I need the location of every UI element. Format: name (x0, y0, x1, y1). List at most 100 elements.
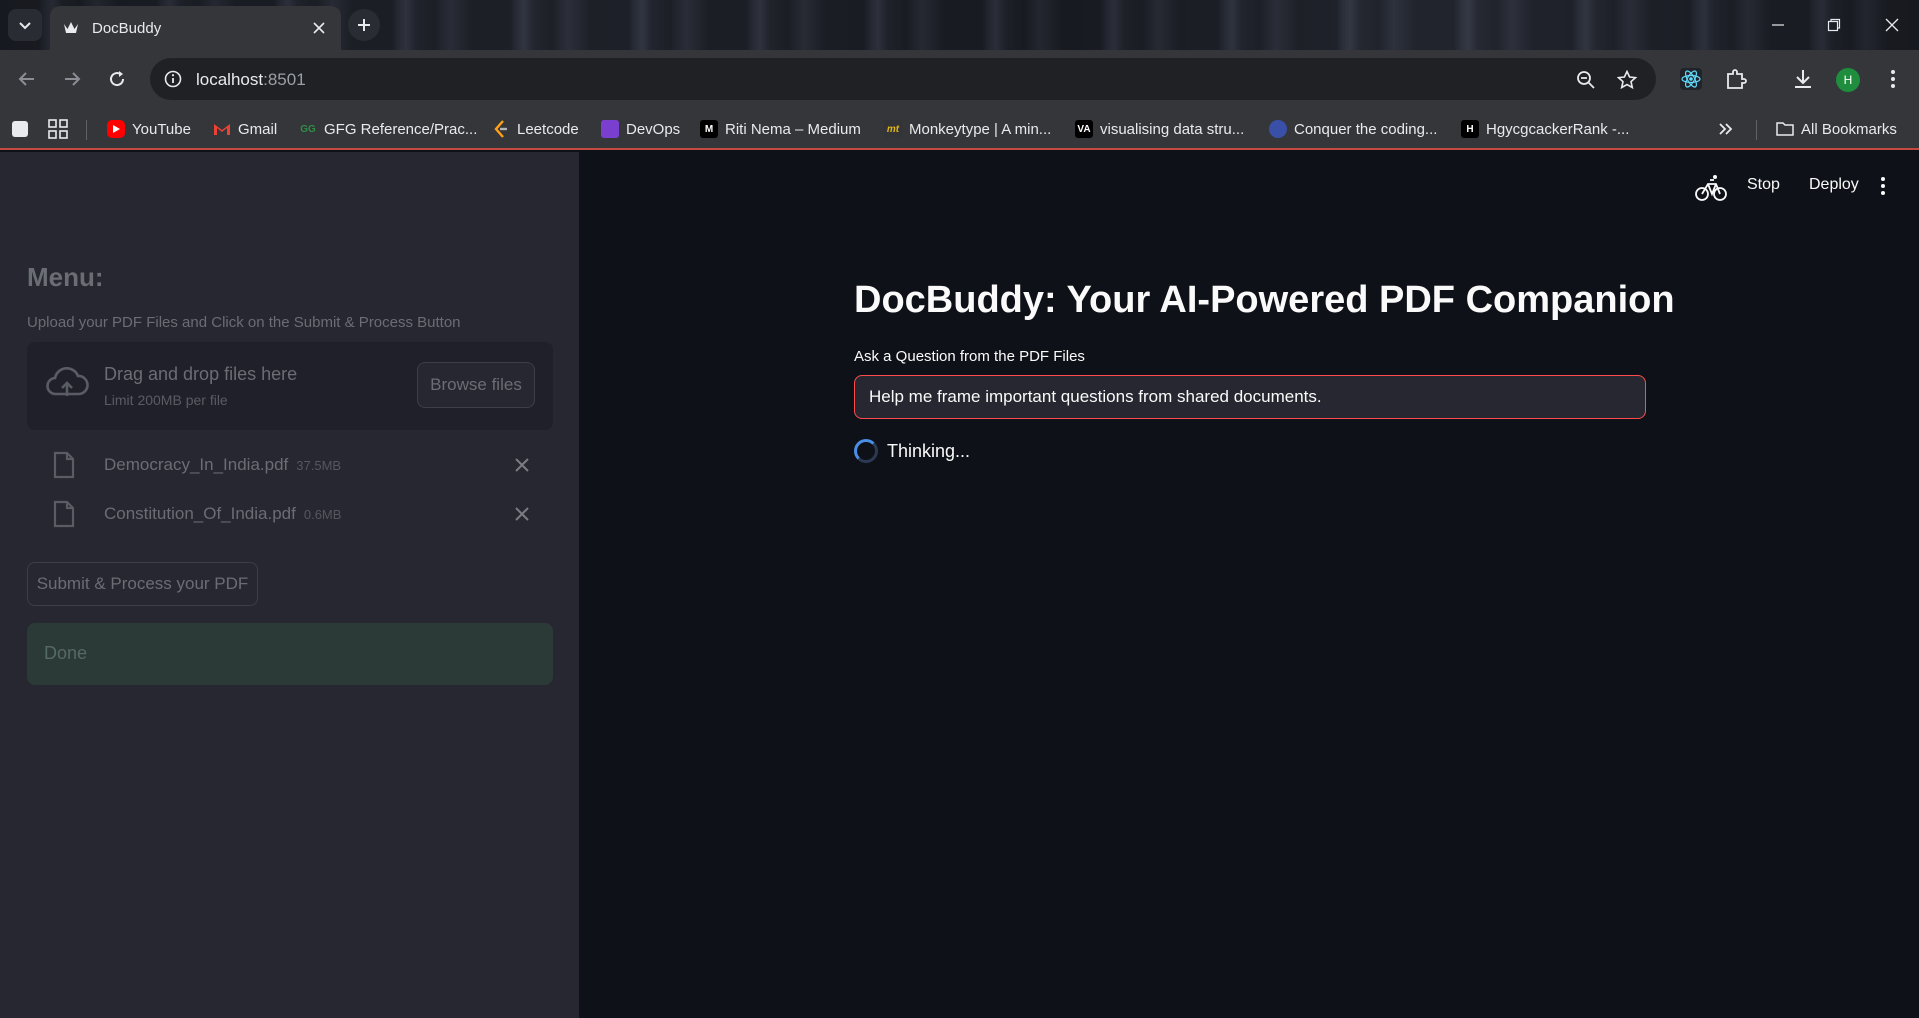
gmail-icon (213, 120, 231, 138)
zoom-icon[interactable] (1574, 68, 1598, 92)
streamlit-crown-icon (62, 19, 80, 37)
minimize-icon (1772, 24, 1784, 26)
dropzone-limit: Limit 200MB per file (104, 392, 228, 408)
kebab-menu-icon (1891, 70, 1895, 88)
file-name: Constitution_Of_India.pdf 0.6MB (104, 504, 341, 524)
browser-toolbar: localhost:8501 H (0, 50, 1919, 108)
bookmark-label: HgycgcackerRank -... (1486, 120, 1630, 138)
react-devtools-icon[interactable] (1676, 64, 1706, 94)
youtube-icon (107, 120, 125, 138)
file-name: Democracy_In_India.pdf 37.5MB (104, 455, 341, 475)
gfg-icon: GG (300, 123, 316, 135)
bookmark-label: Leetcode (517, 120, 579, 138)
close-tab-icon[interactable] (309, 18, 329, 38)
more-bookmarks-button[interactable] (1718, 117, 1734, 141)
browser-window: DocBuddy localhost:8501 H YouTube Gmail … (0, 0, 1919, 1018)
bookmark-codechef[interactable]: Conquer the coding... (1269, 117, 1437, 141)
browse-files-button[interactable]: Browse files (417, 362, 535, 408)
back-button[interactable] (12, 64, 42, 94)
bookmark-devops[interactable]: DevOps (601, 117, 680, 141)
app-main: Stop Deploy DocBuddy: Your AI-Powered PD… (579, 152, 1919, 1018)
apps-button[interactable] (48, 117, 68, 141)
stop-button[interactable]: Stop (1747, 176, 1780, 194)
forward-button[interactable] (57, 64, 87, 94)
tab-search-button[interactable] (8, 9, 42, 41)
sidebar-title: Menu: (27, 262, 104, 292)
double-chevron-right-icon (1719, 123, 1733, 135)
arrow-left-icon (18, 72, 34, 86)
leetcode-icon (492, 120, 510, 138)
app-menu-button[interactable] (1873, 172, 1893, 200)
monkeytype-icon: mt (884, 120, 902, 138)
all-bookmarks-label: All Bookmarks (1801, 120, 1897, 138)
cloud-upload-icon (46, 366, 89, 396)
bookmark-separator (86, 120, 87, 140)
download-icon[interactable] (1788, 64, 1818, 94)
restore-button[interactable] (1814, 10, 1854, 40)
profile-avatar[interactable]: H (1836, 68, 1860, 92)
uploaded-file-row: Constitution_Of_India.pdf 0.6MB (27, 494, 553, 534)
arrow-right-icon (65, 72, 81, 86)
bookmark-separator (1756, 120, 1757, 140)
plus-icon (358, 19, 370, 31)
file-icon (53, 500, 75, 528)
success-text: Done (44, 643, 88, 663)
app-sidebar: Menu: Upload your PDF Files and Click on… (0, 152, 579, 1018)
reload-button[interactable] (102, 64, 132, 94)
bookmark-label: GFG Reference/Prac... (324, 120, 478, 138)
bookmark-label: Gmail (238, 120, 278, 138)
tab-docbuddy[interactable]: DocBuddy (50, 6, 341, 50)
remove-file-icon[interactable] (512, 455, 532, 475)
file-dropzone[interactable]: Drag and drop files here Limit 200MB per… (27, 342, 553, 430)
file-size: 37.5MB (296, 458, 342, 473)
medium-icon: M (700, 120, 718, 138)
browser-menu-button[interactable] (1878, 64, 1908, 94)
upload-instructions: Upload your PDF Files and Click on the S… (27, 314, 461, 331)
close-icon (1885, 18, 1899, 32)
bookmark-leetcode[interactable]: Leetcode (492, 117, 579, 141)
success-alert: Done (27, 623, 553, 685)
bookmarks-bar: YouTube Gmail GG GFG Reference/Prac... L… (0, 108, 1919, 150)
url-text: localhost:8501 (196, 70, 306, 90)
bookmark-blank-page[interactable] (12, 117, 35, 141)
page-icon (12, 121, 28, 137)
folder-icon (1776, 120, 1794, 138)
url-host: localhost (196, 70, 264, 89)
hackerrank-icon: H (1461, 120, 1479, 138)
kebab-menu-icon (1881, 177, 1885, 195)
tab-title: DocBuddy (92, 19, 162, 37)
remove-file-icon[interactable] (512, 504, 532, 524)
dropzone-title: Drag and drop files here (104, 364, 298, 384)
bookmark-label: Monkeytype | A min... (909, 120, 1052, 138)
bookmark-monkeytype[interactable]: mt Monkeytype | A min... (884, 117, 1051, 141)
bookmark-gmail[interactable]: Gmail (213, 117, 277, 141)
site-info-icon[interactable] (162, 68, 184, 90)
running-bicycle-icon (1695, 175, 1727, 201)
extensions-puzzle-icon[interactable] (1721, 64, 1751, 94)
page-title: DocBuddy: Your AI-Powered PDF Companion (854, 279, 1675, 321)
new-tab-button[interactable] (348, 9, 380, 41)
submit-process-button[interactable]: Submit & Process your PDF (27, 562, 258, 606)
bookmark-gfg[interactable]: GG GFG Reference/Prac... (299, 117, 477, 141)
file-icon (53, 451, 75, 479)
question-input[interactable] (854, 375, 1646, 419)
bookmark-hackerrank[interactable]: H HgycgcackerRank -... (1461, 117, 1629, 141)
bookmark-label: YouTube (132, 120, 191, 138)
file-name-text: Constitution_Of_India.pdf (104, 504, 296, 523)
bookmark-visualgo[interactable]: VA visualising data stru... (1075, 117, 1244, 141)
all-bookmarks-folder[interactable]: All Bookmarks (1776, 117, 1897, 141)
bookmark-youtube[interactable]: YouTube (107, 117, 191, 141)
chevron-down-icon (19, 22, 31, 30)
devops-icon (601, 120, 619, 138)
close-window-button[interactable] (1872, 10, 1912, 40)
bookmark-medium[interactable]: M Riti Nema – Medium (700, 117, 861, 141)
visualgo-icon: VA (1075, 120, 1093, 138)
tab-strip: DocBuddy (0, 0, 1919, 50)
minimize-button[interactable] (1758, 10, 1798, 40)
bookmark-star-icon[interactable] (1615, 68, 1639, 92)
apps-grid-icon (48, 119, 68, 139)
bookmark-label: DevOps (626, 120, 681, 138)
address-bar[interactable]: localhost:8501 (150, 58, 1656, 100)
restore-icon (1827, 18, 1841, 32)
deploy-button[interactable]: Deploy (1809, 176, 1859, 194)
